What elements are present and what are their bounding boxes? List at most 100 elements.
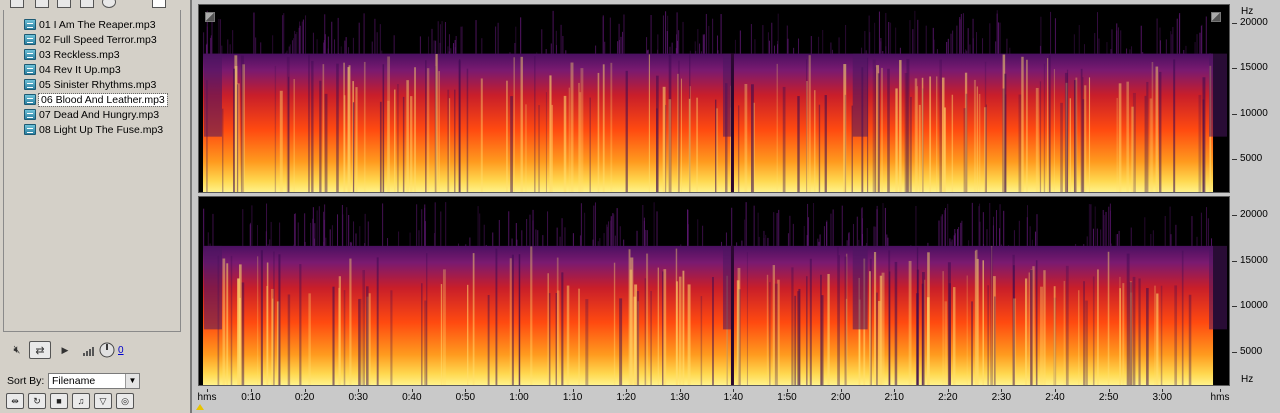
hz-unit-label: Hz xyxy=(1241,374,1254,385)
file-name: 06 Blood And Leather.mp3 xyxy=(38,92,168,107)
time-label: 1:20 xyxy=(616,392,636,403)
sort-row: Sort By: Filename ▼ xyxy=(0,372,183,390)
audio-file-icon xyxy=(24,19,36,30)
hz-label: 5000 xyxy=(1240,346,1263,357)
hz-tick xyxy=(1232,159,1237,160)
file-name: 01 I Am The Reaper.mp3 xyxy=(39,18,156,31)
save-icon[interactable] xyxy=(80,0,94,8)
playhead-marker[interactable] xyxy=(196,404,204,410)
file-list-item[interactable]: 02 Full Speed Terror.mp3 xyxy=(24,32,157,47)
knob-icon[interactable] xyxy=(99,342,115,358)
file-list-item[interactable]: 08 Light Up The Fuse.mp3 xyxy=(24,122,163,137)
file-panel: 01 I Am The Reaper.mp3 02 Full Speed Terr… xyxy=(0,0,183,413)
cut-icon[interactable] xyxy=(35,0,49,8)
time-label: 2:50 xyxy=(1098,392,1119,403)
columns-icon[interactable]: ⇹ xyxy=(6,393,24,409)
time-label: 1:50 xyxy=(777,392,797,403)
file-list-item[interactable]: 07 Dead And Hungry.mp3 xyxy=(24,107,159,122)
time-label: 2:40 xyxy=(1045,392,1065,403)
time-unit-label: hms xyxy=(1210,392,1230,403)
hz-tick xyxy=(1232,306,1237,307)
file-list-item[interactable]: 06 Blood And Leather.mp3 xyxy=(24,92,168,107)
file-list-item[interactable]: 04 Rev It Up.mp3 xyxy=(24,62,121,77)
app-window: 01 I Am The Reaper.mp3 02 Full Speed Terr… xyxy=(0,0,1280,413)
sort-label: Sort By: xyxy=(7,375,45,387)
zoom-corner-icon[interactable] xyxy=(1211,12,1221,22)
sort-select[interactable]: Filename ▼ xyxy=(48,373,140,389)
time-label: 2:20 xyxy=(938,392,958,403)
time-label: 0:20 xyxy=(294,392,315,403)
spectral-view[interactable]: Hz 20000 15000 10000 5000 Hz 20000 15000 10000 5… xyxy=(190,0,1280,413)
spectrogram-image xyxy=(202,10,1228,192)
zoom-corner-icon[interactable] xyxy=(205,12,215,22)
file-name: 02 Full Speed Terror.mp3 xyxy=(39,33,157,46)
spectrogram-left-channel[interactable] xyxy=(198,4,1230,193)
time-label: 0:10 xyxy=(241,392,261,403)
top-toolbar xyxy=(0,0,183,10)
time-unit-label: hms xyxy=(197,392,217,403)
volume-icon xyxy=(83,347,94,356)
frequency-scale: Hz 20000 15000 10000 5000 xyxy=(1232,4,1280,193)
hz-label: 15000 xyxy=(1240,255,1268,266)
time-label: 1:00 xyxy=(509,392,529,403)
time-label: 1:30 xyxy=(670,392,690,403)
hz-label: 10000 xyxy=(1240,300,1268,311)
stop-icon[interactable]: ■ xyxy=(50,393,68,409)
mute-icon[interactable]: 🔇︎ xyxy=(8,341,26,359)
filter-icon[interactable]: ▽ xyxy=(94,393,112,409)
file-name: 03 Reckless.mp3 xyxy=(39,48,120,61)
hz-label: 15000 xyxy=(1240,62,1268,73)
refresh-icon[interactable]: ↻ xyxy=(28,393,46,409)
file-list-item[interactable]: 03 Reckless.mp3 xyxy=(24,47,120,62)
audio-file-icon xyxy=(24,109,36,120)
time-label: 1:10 xyxy=(562,392,583,403)
open-icon[interactable] xyxy=(10,0,24,8)
grid-icon[interactable] xyxy=(57,0,71,8)
file-name: 08 Light Up The Fuse.mp3 xyxy=(39,123,164,136)
audio-file-icon xyxy=(24,34,36,45)
time-label: 1:40 xyxy=(723,392,744,403)
time-label: 0:40 xyxy=(402,392,422,403)
hz-tick xyxy=(1232,23,1237,24)
play-icon[interactable]: ▶ xyxy=(58,341,72,359)
time-label: 2:30 xyxy=(991,392,1012,403)
hz-label: 20000 xyxy=(1240,209,1268,220)
audio-file-icon xyxy=(24,79,36,90)
audio-file-icon xyxy=(24,49,36,60)
file-name: 05 Sinister Rhythms.mp3 xyxy=(39,78,157,91)
loop-icon[interactable]: ⇄ xyxy=(29,341,51,359)
cd-icon[interactable]: ◎ xyxy=(116,393,134,409)
hz-label: 10000 xyxy=(1240,108,1268,119)
window-icon[interactable] xyxy=(152,0,166,8)
volume-value[interactable]: 0 xyxy=(118,345,124,356)
note-icon[interactable]: ♫ xyxy=(72,393,90,409)
sort-arrow-icon[interactable]: ▼ xyxy=(125,374,139,388)
file-list-item[interactable]: 05 Sinister Rhythms.mp3 xyxy=(24,77,156,92)
time-label: 0:30 xyxy=(348,392,368,403)
info-icon[interactable] xyxy=(102,0,116,8)
time-label: 2:00 xyxy=(830,392,851,403)
audio-file-icon xyxy=(24,94,36,105)
file-name: 07 Dead And Hungry.mp3 xyxy=(39,108,160,121)
transport-bar: 🔇︎ ⇄ ▶ 0 xyxy=(3,337,181,365)
hz-tick xyxy=(1232,114,1237,115)
hz-label: 5000 xyxy=(1240,153,1263,164)
file-list-item[interactable]: 01 I Am The Reaper.mp3 xyxy=(24,17,156,32)
time-label: 3:00 xyxy=(1152,392,1172,403)
hz-label: 20000 xyxy=(1240,17,1268,28)
spectrogram-image xyxy=(202,202,1228,385)
file-name: 04 Rev It Up.mp3 xyxy=(39,63,121,76)
time-label: 2:10 xyxy=(884,392,904,403)
frequency-scale: Hz 20000 15000 10000 5000 xyxy=(1232,196,1280,386)
hz-tick xyxy=(1232,68,1237,69)
hz-tick xyxy=(1232,215,1237,216)
hz-tick xyxy=(1232,261,1237,262)
time-label: 0:50 xyxy=(455,392,476,403)
spectrogram-right-channel[interactable] xyxy=(198,196,1230,386)
hz-tick xyxy=(1232,352,1237,353)
time-ruler[interactable]: hms 0:10 0:20 0:30 0:40 0:50 1:00 1:10 1:20 1:30 1… xyxy=(198,389,1230,413)
file-list: 01 I Am The Reaper.mp3 02 Full Speed Terr… xyxy=(3,10,181,332)
sort-value: Filename xyxy=(52,375,96,387)
audio-file-icon xyxy=(24,124,36,135)
audio-file-icon xyxy=(24,64,36,75)
